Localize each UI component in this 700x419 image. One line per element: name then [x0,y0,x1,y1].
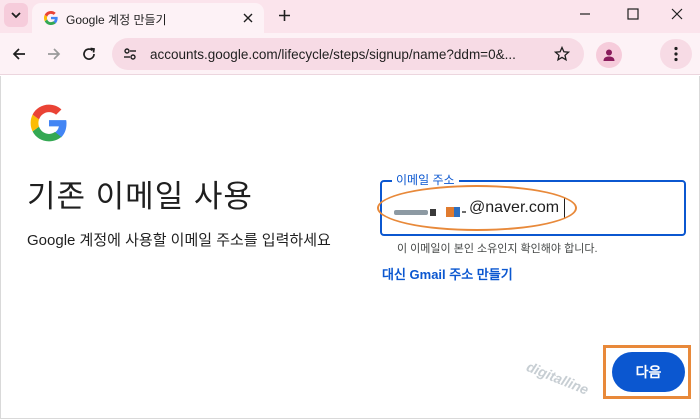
minimize-icon [580,13,590,15]
google-logo [30,104,67,142]
back-button[interactable] [8,43,30,65]
star-icon [554,46,570,62]
tab-search-button[interactable] [4,3,28,27]
watermark: digitalline [524,358,591,398]
arrow-left-icon [12,48,25,60]
browser-menu-button[interactable] [660,39,692,69]
address-bar[interactable]: accounts.google.com/lifecycle/steps/sign… [112,38,584,70]
person-icon [603,49,615,61]
chevron-down-icon [11,12,21,19]
page-description: Google 계정에 사용할 이메일 주소를 입력하세요 [27,232,331,249]
url-text[interactable]: accounts.google.com/lifecycle/steps/sign… [150,47,550,62]
close-window-button[interactable] [654,0,700,28]
site-info-button[interactable] [120,44,140,64]
page-content: 기존 이메일 사용 Google 계정에 사용할 이메일 주소를 입력하세요 이… [0,76,700,419]
tab-google-signup[interactable]: Google 계정 만들기 [32,3,264,33]
page-title: 기존 이메일 사용 [27,179,253,214]
tab-close-button[interactable] [240,10,256,26]
bookmark-button[interactable] [552,44,572,64]
google-g-icon [44,11,58,25]
create-gmail-link[interactable]: 대신 Gmail 주소 만들기 [382,264,513,283]
tune-icon [124,48,136,60]
kebab-menu-icon [674,46,678,62]
next-button[interactable]: 다음 [612,352,685,392]
reload-icon [83,47,95,60]
tab-title: Google 계정 만들기 [66,13,167,27]
plus-icon [278,9,290,21]
email-field-hint: 이 이메일이 본인 소유인지 확인해야 합니다. [397,243,598,255]
annotation-ellipse [377,185,577,231]
minimize-button[interactable] [562,0,608,28]
browser-toolbar: accounts.google.com/lifecycle/steps/sign… [0,33,700,75]
forward-button[interactable] [43,43,65,65]
tab-strip: Google 계정 만들기 [0,0,700,33]
maximize-icon [627,8,639,20]
new-tab-button[interactable] [274,5,294,25]
maximize-button[interactable] [610,0,656,28]
profile-button[interactable] [596,42,622,68]
reload-button[interactable] [78,43,100,65]
close-icon [243,13,253,23]
close-icon [671,8,683,20]
arrow-right-icon [48,48,61,60]
